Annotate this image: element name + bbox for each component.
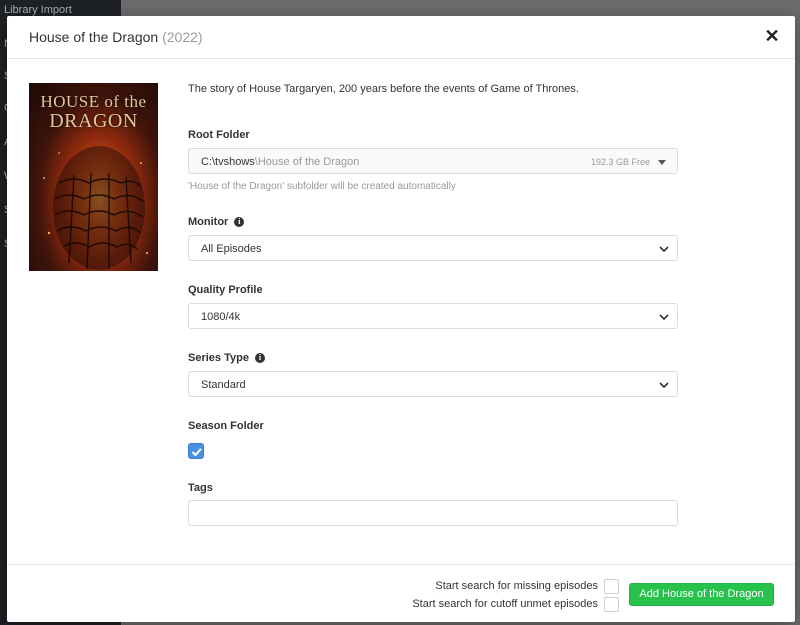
root-folder-path: C:\tvshows\House of the Dragon (201, 156, 360, 168)
free-space: 192.3 GB Free (590, 157, 650, 167)
chevron-down-icon (659, 314, 669, 321)
quality-profile-label: Quality Profile (188, 284, 263, 296)
poster-title: HOUSE of the DRAGON (40, 92, 147, 132)
add-series-modal: House of the Dragon (2022) ✕ HOUSE of th… (7, 16, 795, 622)
root-folder-help: 'House of the Dragon' subfolder will be … (188, 181, 456, 192)
search-missing-checkbox[interactable] (604, 579, 619, 594)
add-series-button[interactable]: Add House of the Dragon (629, 583, 774, 606)
search-cutoff-checkbox[interactable] (604, 597, 619, 612)
series-year: (2022) (162, 29, 203, 45)
chevron-down-icon (659, 382, 669, 389)
season-folder-label: Season Folder (188, 420, 264, 432)
series-overview: The story of House Targaryen, 200 years … (188, 83, 579, 95)
series-title: House of the Dragon (29, 29, 159, 45)
tags-label: Tags (188, 482, 213, 494)
root-folder-select[interactable]: C:\tvshows\House of the Dragon 192.3 GB … (188, 148, 678, 174)
series-type-value: Standard (201, 379, 246, 391)
series-type-select[interactable]: Standard (188, 371, 678, 397)
modal-header: House of the Dragon (2022) ✕ (7, 16, 795, 59)
quality-profile-value: 1080/4k (201, 311, 241, 323)
monitor-label: Monitor i (188, 216, 245, 228)
root-folder-label: Root Folder (188, 129, 250, 141)
chevron-down-icon (659, 246, 669, 253)
caret-down-icon (658, 160, 666, 165)
modal-title: House of the Dragon (2022) (29, 29, 203, 45)
modal-footer: Start search for missing episodes Start … (7, 564, 795, 622)
check-icon (191, 448, 202, 457)
search-cutoff-label: Start search for cutoff unmet episodes (412, 598, 598, 610)
search-missing-label: Start search for missing episodes (435, 580, 598, 592)
monitor-value: All Episodes (201, 243, 262, 255)
info-icon[interactable]: i (234, 217, 245, 227)
info-icon[interactable]: i (254, 353, 265, 363)
monitor-select[interactable]: All Episodes (188, 235, 678, 261)
close-icon[interactable]: ✕ (763, 26, 781, 46)
series-poster: HOUSE of the DRAGON (29, 83, 158, 271)
quality-profile-select[interactable]: 1080/4k (188, 303, 678, 329)
season-folder-checkbox[interactable] (188, 443, 204, 459)
series-type-label: Series Type i (188, 352, 265, 364)
tags-input[interactable] (188, 500, 678, 526)
